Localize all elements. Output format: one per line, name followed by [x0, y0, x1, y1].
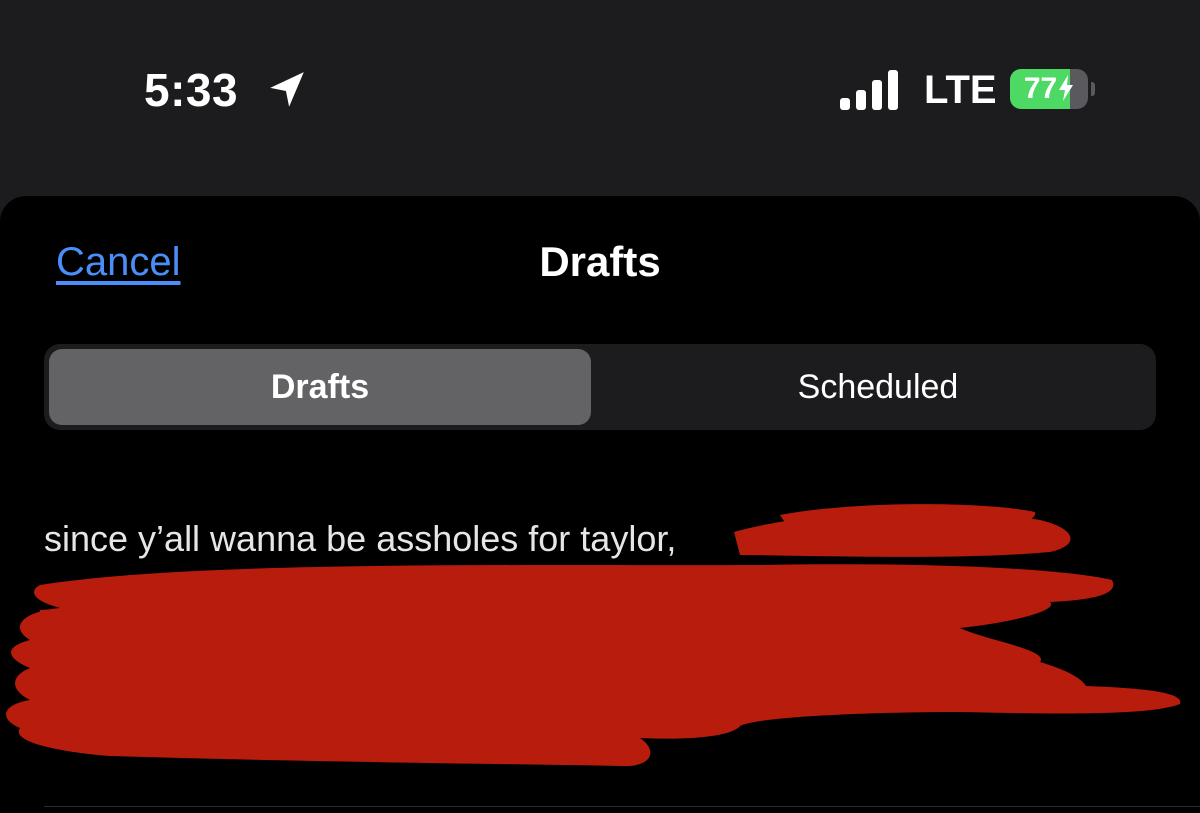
page-title: Drafts — [539, 238, 661, 285]
draft-text: since y’all wanna be assholes for taylor… — [44, 518, 677, 559]
location-arrow-icon — [270, 72, 304, 107]
drafts-scheduled-segmented-control: Drafts Scheduled — [44, 344, 1156, 430]
draft-list-item[interactable]: since y’all wanna be assholes for taylor… — [44, 514, 1156, 804]
battery-cap — [1091, 82, 1095, 96]
bolt-icon — [1059, 75, 1074, 101]
signal-bars-icon — [840, 70, 898, 110]
tab-drafts[interactable]: Drafts — [49, 349, 591, 425]
list-divider — [44, 806, 1200, 807]
battery-icon: 77 — [1010, 69, 1095, 109]
battery-percentage: 77 — [1010, 69, 1088, 109]
tab-scheduled[interactable]: Scheduled — [607, 349, 1149, 425]
status-time: 5:33 — [144, 64, 239, 116]
network-type: LTE — [924, 68, 997, 112]
drafts-sheet: Cancel Drafts Drafts Scheduled since y’a… — [0, 196, 1200, 813]
drafts-screen: 5:33 LTE 77 Cancel Drafts Drafts Schedul… — [0, 0, 1200, 813]
status-bar: 5:33 LTE 77 — [0, 0, 1200, 190]
